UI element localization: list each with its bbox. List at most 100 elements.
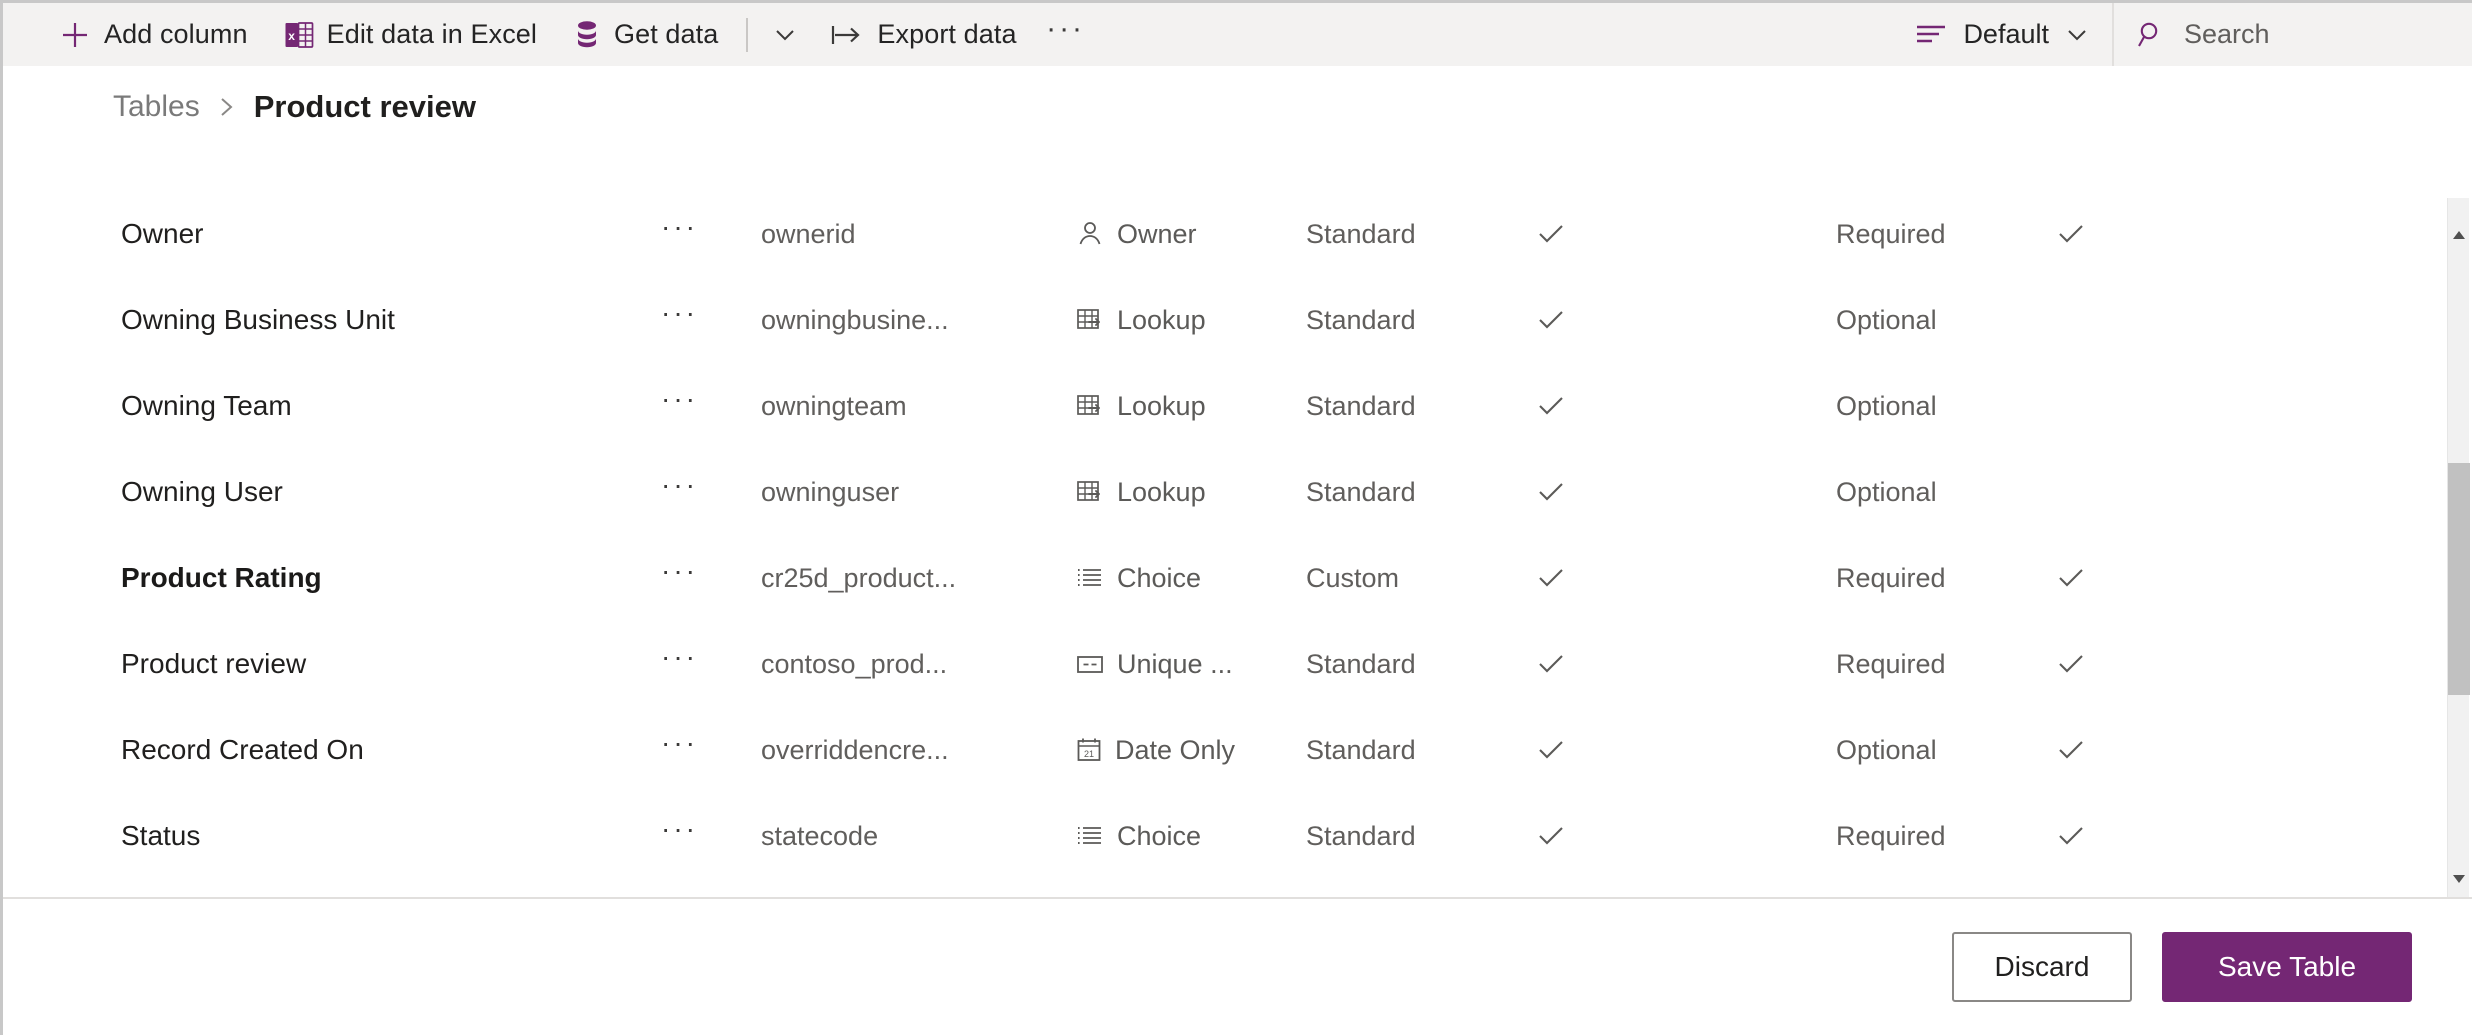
table-row[interactable]: Owning Team ··· owningteam Lookup Standard Op… [3,363,2443,449]
person-icon [1076,220,1104,248]
more-commands-button[interactable]: ··· [1035,3,1097,66]
cell-logical-name: cr25d_product... [761,562,957,593]
cell-data-type: Lookup [1076,305,1306,336]
row-more-menu-button[interactable]: ··· [661,211,761,257]
table-row[interactable]: Status Reason···statuscodeChoiceStandard… [3,879,2443,897]
add-column-button[interactable]: Add column [41,3,266,66]
get-data-button[interactable]: Get data [555,3,736,66]
cell-required: Optional [1836,390,1937,421]
cell-required: Optional [1836,304,1937,335]
cell-data-type: Choice [1076,563,1306,594]
cell-logical-name: ownerid [761,218,856,249]
get-data-label: Get data [614,19,719,49]
table-row[interactable]: Product review ··· contoso_prod... Unique .… [3,621,2443,707]
cell-type-origin: Standard [1306,390,1416,421]
unique-id-icon [1076,653,1104,675]
check-icon [1536,651,1566,677]
table-row[interactable]: Owning Business Unit ··· owningbusine... Lo… [3,277,2443,363]
table-row[interactable]: Owning User ··· owninguser Lookup Standard Op… [3,449,2443,535]
cell-data-type: Lookup [1076,477,1306,508]
row-more-menu-button[interactable]: ··· [661,297,761,343]
add-column-label: Add column [104,19,248,49]
check-icon [1536,565,1566,591]
search-placeholder: Search [2184,19,2270,49]
row-more-menu-button[interactable]: ··· [661,727,761,773]
cell-customizable [1536,823,1836,849]
cell-type-origin: Standard [1306,648,1416,679]
search-input[interactable]: Search [2112,3,2472,66]
get-data-chevron-down-icon[interactable] [758,3,812,66]
discard-button[interactable]: Discard [1952,932,2132,1002]
cell-type-origin: Standard [1306,218,1416,249]
row-more-menu-button[interactable]: ··· [661,383,761,429]
check-icon [1536,479,1566,505]
command-bar-right-group: Default Search [1892,3,2472,66]
cell-customizable [1536,221,1836,247]
command-bar-left-group: Add column x Edit data in Excel Get data… [3,3,1892,66]
cell-type-origin: Standard [1306,304,1416,335]
export-icon [830,22,864,48]
cell-data-type: 21 Date Only [1076,735,1306,766]
check-icon [1536,307,1566,333]
cell-display-name: Product Rating [121,562,322,593]
footer-action-bar: Discard Save Table [3,897,2472,1035]
cell-required: Optional [1836,734,1937,765]
scroll-down-arrow-icon[interactable] [2448,868,2470,890]
cell-customizable [1536,737,1836,763]
lookup-icon [1076,307,1104,333]
columns-grid-body: Owner ··· ownerid Owner Standard Required Owni… [3,191,2443,897]
table-designer-page: Add column x Edit data in Excel Get data… [0,0,2472,1035]
table-row[interactable]: Owner ··· ownerid Owner Standard Required [3,191,2443,277]
cell-customizable [1536,565,1836,591]
cell-data-type-label: Lookup [1117,476,1206,507]
table-row[interactable]: Status ··· statecode Choice Standard Required [3,793,2443,879]
page-title: Product review [253,89,476,124]
search-icon [2136,20,2166,50]
calendar-icon: 21 [1076,737,1102,763]
plus-icon [59,19,91,51]
cell-logical-name: statecode [761,820,879,851]
svg-text:x: x [288,29,295,43]
table-row[interactable]: Product Rating ··· cr25d_product... Choice C… [3,535,2443,621]
check-icon [2056,737,2086,763]
export-data-button[interactable]: Export data [812,3,1034,66]
chevron-down-icon [2064,22,2090,48]
check-icon [1536,737,1566,763]
cell-logical-name: owningteam [761,390,907,421]
lookup-icon [1076,393,1104,419]
cell-data-type-label: Date Only [1115,734,1236,765]
view-selector-label: Default [1963,19,2049,49]
cell-display-name: Owning Team [121,390,292,421]
cell-customizable [1536,651,1836,677]
cell-display-name: Status [121,820,201,851]
cell-display-name: Owning Business Unit [121,304,395,335]
cell-searchable [2056,221,2256,247]
row-more-menu-button[interactable]: ··· [661,641,761,687]
cell-customizable [1536,479,1836,505]
choice-icon [1076,565,1104,591]
row-more-menu-button[interactable]: ··· [661,555,761,601]
scrollbar-thumb[interactable] [2448,463,2470,695]
view-list-icon [1914,22,1948,48]
cell-data-type: Owner [1076,219,1306,250]
excel-icon: x [284,20,314,50]
cell-data-type: Choice [1076,821,1306,852]
view-selector-button[interactable]: Default [1892,3,2112,66]
save-table-button[interactable]: Save Table [2162,932,2412,1002]
row-more-menu-button[interactable]: ··· [661,469,761,515]
cell-data-type-label: Lookup [1117,390,1206,421]
cell-display-name: Owner [121,218,204,249]
cell-required: Required [1836,820,1946,851]
cell-required: Required [1836,648,1946,679]
row-more-menu-button[interactable]: ··· [661,813,761,859]
cell-type-origin: Standard [1306,734,1416,765]
scroll-up-arrow-icon[interactable] [2448,224,2470,246]
breadcrumb-item-tables[interactable]: Tables [113,90,200,124]
cell-searchable [2056,737,2256,763]
vertical-scrollbar[interactable] [2447,198,2470,898]
cell-customizable [1536,307,1836,333]
check-icon [1536,823,1566,849]
table-row[interactable]: Record Created On ··· overriddencre... 21 Da… [3,707,2443,793]
svg-text:21: 21 [1084,749,1094,759]
edit-data-in-excel-button[interactable]: x Edit data in Excel [266,3,555,66]
